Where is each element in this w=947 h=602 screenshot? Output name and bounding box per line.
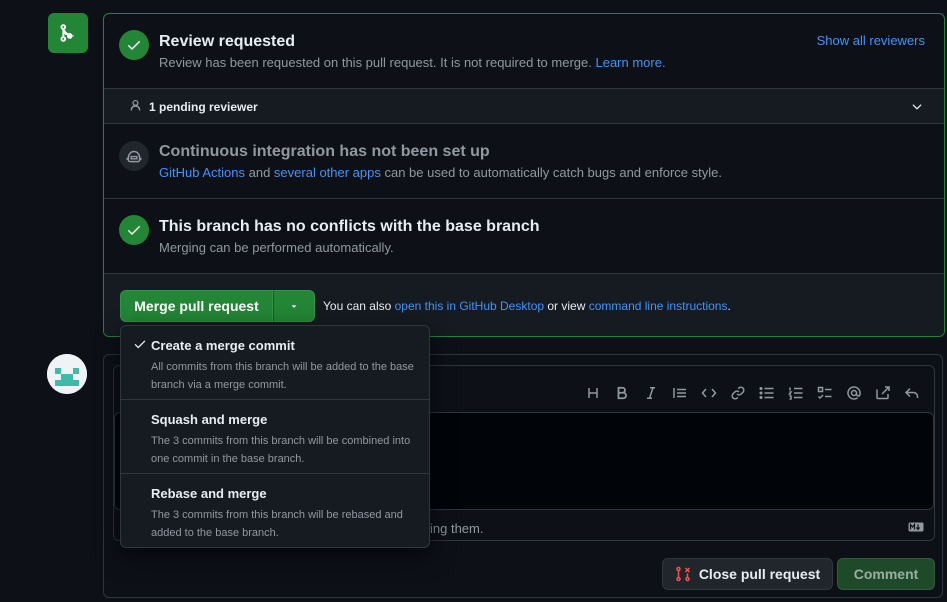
merge-method-desc: The 3 commits from this branch will be r… [151,509,403,539]
check-icon [134,340,146,349]
avatar[interactable] [47,354,87,394]
review-desc-text: Review has been requested on this pull r… [159,55,592,70]
merge-method-title: Rebase and merge [151,486,267,501]
chevron-down-icon[interactable] [910,100,924,114]
markdown-icon[interactable] [908,521,924,533]
copilot-ci-icon [119,141,149,171]
merge-method-desc: All commits from this branch will be add… [151,361,414,391]
git-pull-request-closed-icon [676,566,690,582]
conflicts-desc: Merging can be performed automatically. [159,240,394,255]
comment-button[interactable]: Comment [837,558,935,590]
command-line-instructions-link[interactable]: command line instructions [589,299,728,313]
ci-section: Continuous integration has not been set … [104,124,944,199]
mention-icon[interactable] [839,382,868,404]
identicon-avatar [47,354,87,394]
cross-reference-icon[interactable] [868,382,897,404]
heading-icon[interactable] [578,382,607,404]
close-pull-request-button[interactable]: Close pull request [662,558,833,590]
merge-method-rebase-and-merge[interactable]: Rebase and merge The 3 commits from this… [121,474,429,547]
merge-method-squash-and-merge[interactable]: Squash and merge The 3 commits from this… [121,400,429,474]
merge-method-dropdown: Create a merge commit All commits from t… [120,325,430,548]
code-icon[interactable] [694,382,723,404]
merge-hint: You can also open this in GitHub Desktop… [323,299,731,313]
pending-reviewers-row[interactable]: 1 pending reviewer [104,89,944,124]
review-title: Review requested [159,33,296,50]
merge-method-dropdown-button[interactable] [273,290,315,322]
attach-files-hint: ing them. [430,521,484,536]
merge-hint-suffix: . [727,299,731,313]
no-conflicts-section: This branch has no conflicts with the ba… [104,199,944,274]
show-all-reviewers-link[interactable]: Show all reviewers [817,33,925,48]
merge-hint-prefix: You can also [323,299,395,313]
open-in-desktop-link[interactable]: open this in GitHub Desktop [395,299,544,313]
ci-and-text: and [245,165,274,180]
git-merge-icon-badge [48,13,88,53]
ci-desc: GitHub Actions and several other apps ca… [159,165,722,180]
other-apps-link[interactable]: several other apps [274,165,381,180]
person-icon [130,99,141,111]
task-list-icon[interactable] [810,382,839,404]
triangle-down-icon [291,305,297,308]
check-circle-icon [119,30,149,60]
check-circle-icon [119,215,149,245]
github-actions-link[interactable]: GitHub Actions [159,165,245,180]
merge-hint-mid: or view [544,299,589,313]
merge-pull-request-button[interactable]: Merge pull request [120,290,273,322]
merge-method-create-merge-commit[interactable]: Create a merge commit All commits from t… [121,326,429,400]
merge-method-title: Create a merge commit [151,338,295,353]
git-merge-icon [60,24,74,42]
quote-icon[interactable] [665,382,694,404]
reply-icon[interactable] [897,382,926,404]
unordered-list-icon[interactable] [752,382,781,404]
pending-reviewer-label: 1 pending reviewer [149,100,258,114]
ci-rest-text: can be used to automatically catch bugs … [380,165,722,180]
ordered-list-icon[interactable] [781,382,810,404]
close-pull-request-label: Close pull request [698,566,821,582]
learn-more-link[interactable]: Learn more. [595,55,665,70]
bold-icon[interactable] [607,382,636,404]
ci-title: Continuous integration has not been set … [159,143,490,160]
conflicts-title: This branch has no conflicts with the ba… [159,218,540,235]
italic-icon[interactable] [636,382,665,404]
review-desc: Review has been requested on this pull r… [159,55,666,70]
merge-box: Review requested Review has been request… [103,13,945,337]
merge-method-desc: The 3 commits from this branch will be c… [151,435,411,465]
merge-method-title: Squash and merge [151,412,268,427]
link-icon[interactable] [723,382,752,404]
markdown-toolbar [578,382,926,404]
review-requested-section: Review requested Review has been request… [104,14,944,89]
